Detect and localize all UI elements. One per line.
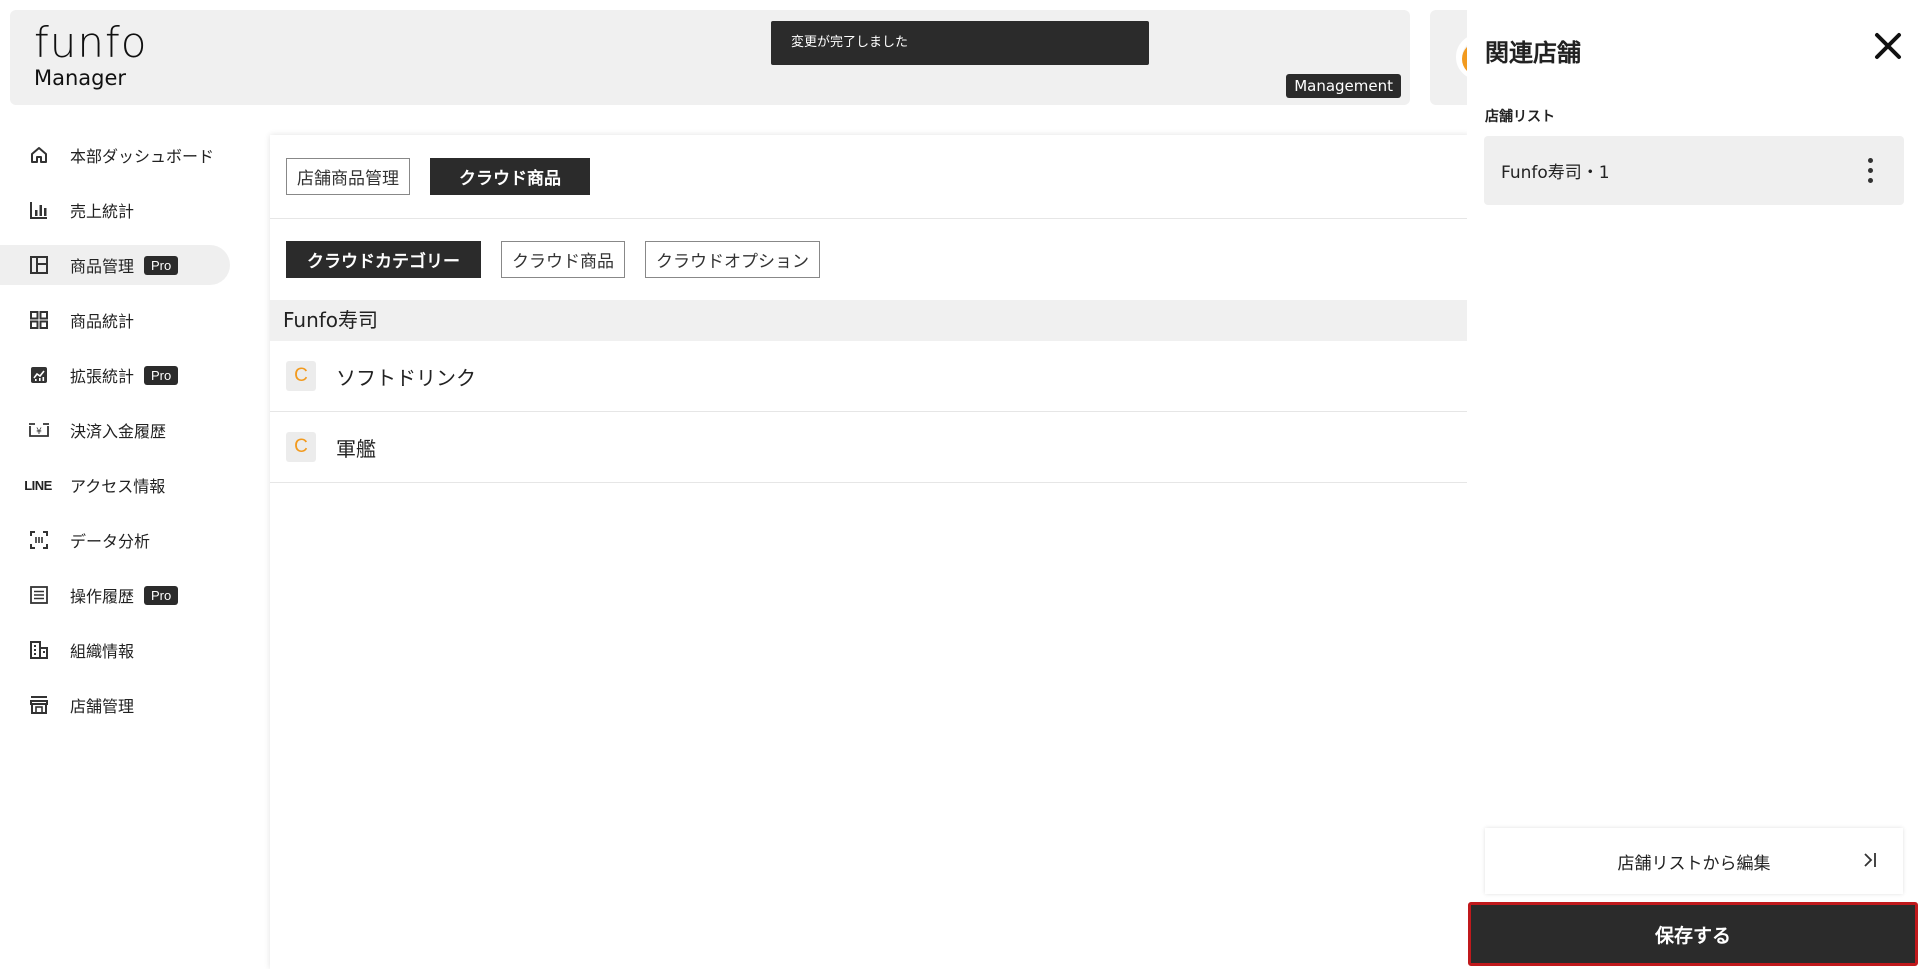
category-badge: C xyxy=(286,361,316,391)
sidebar-item-label: 組織情報 xyxy=(70,642,135,661)
edit-from-store-list-button[interactable]: 店舗リストから編集 xyxy=(1485,828,1903,894)
sidebar-item-label: 操作履歴 xyxy=(70,587,135,606)
line-icon: LINE xyxy=(24,477,52,493)
sidebar-item-store-management[interactable]: 店舗管理 xyxy=(0,685,240,725)
top-tab-bar: 店舗商品管理 クラウド商品 xyxy=(286,158,590,195)
tab-store-products[interactable]: 店舗商品管理 xyxy=(286,158,410,195)
tab-cloud-products[interactable]: クラウド商品 xyxy=(430,158,590,195)
scan-icon xyxy=(28,529,50,551)
main-panel: 店舗商品管理 クラウド商品 クラウドカテゴリー クラウド商品 クラウドオプション… xyxy=(270,135,1470,969)
sidebar-item-label: アクセス情報 xyxy=(70,477,166,496)
sidebar-item-payment-history[interactable]: ¥ 決済入金履歴 xyxy=(0,410,240,450)
category-name: 軍艦 xyxy=(336,436,376,461)
building-icon xyxy=(28,639,50,661)
more-options-icon[interactable] xyxy=(1868,158,1874,183)
store-list-label: 店舗リスト xyxy=(1485,109,1555,125)
sidebar-item-product-stats[interactable]: 商品統計 xyxy=(0,300,240,340)
sidebar-item-operation-history[interactable]: 操作履歴 Pro xyxy=(0,575,240,615)
sidebar-item-dashboard[interactable]: 本部ダッシュボード xyxy=(0,135,240,175)
save-button[interactable]: 保存する xyxy=(1468,902,1918,966)
sidebar-item-label: 商品管理 xyxy=(70,257,135,276)
svg-text:¥: ¥ xyxy=(36,427,42,437)
sidebar-item-organization[interactable]: 組織情報 xyxy=(0,630,240,670)
layout-icon xyxy=(28,254,50,276)
sidebar-item-label: 商品統計 xyxy=(70,312,135,331)
logo-sub-text: Manager xyxy=(34,66,127,90)
related-stores-drawer: 関連店舗 店舗リスト Funfo寿司・1 店舗リストから編集 保存する xyxy=(1467,0,1920,969)
sidebar-item-label: 本部ダッシュボード xyxy=(70,147,215,166)
pro-badge: Pro xyxy=(144,585,179,605)
sidebar-item-label: 拡張統計 xyxy=(70,367,135,386)
close-icon xyxy=(1875,33,1901,59)
sidebar-item-label: 売上統計 xyxy=(70,202,135,221)
sidebar-item-data-analysis[interactable]: データ分析 xyxy=(0,520,240,560)
category-badge: C xyxy=(286,432,316,462)
grid-icon xyxy=(28,309,50,331)
sidebar-item-access-info[interactable]: LINE アクセス情報 xyxy=(0,465,240,505)
divider xyxy=(270,218,1470,219)
group-header: Funfo寿司 xyxy=(270,300,1470,341)
tab-cloud-category[interactable]: クラウドカテゴリー xyxy=(286,241,481,278)
drawer-title: 関連店舗 xyxy=(1485,39,1581,67)
app-header: funfo Manager 変更が完了しました Management xyxy=(10,10,1410,105)
store-list-item[interactable]: Funfo寿司・1 xyxy=(1484,136,1904,205)
store-name: Funfo寿司・1 xyxy=(1501,163,1610,183)
category-name: ソフトドリンク xyxy=(336,365,476,390)
tab-cloud-option[interactable]: クラウドオプション xyxy=(645,241,820,278)
sidebar-item-label: 決済入金履歴 xyxy=(70,422,167,441)
sidebar-item-product-management[interactable]: 商品管理 Pro xyxy=(0,245,230,285)
app-logo[interactable]: funfo Manager xyxy=(34,18,148,91)
sidebar-item-extended-stats[interactable]: 拡張統計 Pro xyxy=(0,355,240,395)
analytics-icon xyxy=(28,364,50,386)
pro-badge: Pro xyxy=(144,365,179,385)
logo-main-text: funfo xyxy=(34,18,148,67)
bar-chart-icon xyxy=(28,199,50,221)
edit-from-store-list-label: 店舗リストから編集 xyxy=(1617,853,1771,874)
store-icon xyxy=(28,694,50,716)
sidebar: 本部ダッシュボード 売上統計 商品管理 Pro 商品統計 拡張統計 Pro ¥ … xyxy=(0,135,240,740)
role-badge: Management xyxy=(1286,74,1401,98)
close-button[interactable] xyxy=(1868,26,1908,66)
payment-icon: ¥ xyxy=(28,419,50,441)
list-icon xyxy=(28,584,50,606)
list-item[interactable]: C ソフトドリンク xyxy=(270,341,1470,412)
sidebar-item-sales-stats[interactable]: 売上統計 xyxy=(0,190,240,230)
sidebar-item-label: 店舗管理 xyxy=(70,697,135,716)
pro-badge: Pro xyxy=(144,255,179,275)
toast-notification: 変更が完了しました xyxy=(771,21,1149,65)
tab-cloud-product[interactable]: クラウド商品 xyxy=(501,241,625,278)
sub-tab-bar: クラウドカテゴリー クラウド商品 クラウドオプション xyxy=(286,241,820,278)
chevron-right-bar-icon xyxy=(1864,853,1876,867)
list-item[interactable]: C 軍艦 xyxy=(270,412,1470,483)
sidebar-item-label: データ分析 xyxy=(70,532,151,551)
home-icon xyxy=(28,144,50,166)
